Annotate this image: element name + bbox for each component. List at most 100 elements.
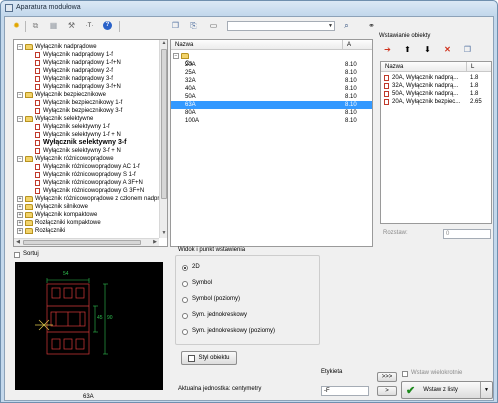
size-row[interactable]: 80A 8.10 <box>171 109 372 117</box>
insert-column-header-nazwa[interactable]: Nazwa <box>383 62 467 72</box>
column-header-a[interactable]: A <box>345 40 370 50</box>
insert-row[interactable]: 20A, Wyłącznik bezpiec... 2.65 <box>381 98 491 106</box>
tree-item[interactable]: Wyłącznik nadprądowy 2-f <box>14 67 158 75</box>
view-option-radio[interactable] <box>182 281 188 287</box>
tree-item[interactable]: Wyłącznik selektywny 3-f <box>14 139 158 147</box>
insert-arrow-right-icon[interactable]: ➔ <box>381 43 394 56</box>
rozstaw-input[interactable]: 0 <box>443 229 491 239</box>
search-icon[interactable]: ⌕ <box>340 19 353 32</box>
tree-folder-node[interactable]: − Wyłącznik nadprądowe <box>14 43 158 51</box>
tree-item-label: Wyłącznik selektywny 1-f <box>43 124 110 130</box>
insert-multiple-label: Wstaw wielokrotnie <box>411 370 463 376</box>
scroll-left-icon[interactable]: ◀ <box>14 239 22 246</box>
sun-icon[interactable]: ✹ <box>10 19 23 32</box>
insert-column-header-l[interactable]: L <box>469 62 489 72</box>
tree-item[interactable]: Wyłącznik nadprądowy 1-f+N <box>14 59 158 67</box>
filter-combo[interactable]: ▼ <box>227 21 335 31</box>
move-up-icon[interactable]: ⬆ <box>401 43 414 56</box>
chevron-down-icon[interactable]: ▼ <box>328 22 333 30</box>
tree-item[interactable]: Wyłącznik nadprądowy 3-f <box>14 75 158 83</box>
view-option-radio[interactable] <box>182 297 188 303</box>
scroll-down-icon[interactable]: ▼ <box>160 230 168 237</box>
collapse-icon[interactable]: − <box>17 116 23 122</box>
insert-row[interactable]: 32A, Wyłącznik nadprą... 1.8 <box>381 82 491 90</box>
dropdown-left-icon[interactable]: ▭ <box>207 19 220 32</box>
collapse-icon[interactable]: − <box>17 44 23 50</box>
collapse-icon[interactable]: − <box>173 53 179 59</box>
tree-item[interactable]: Wyłącznik różnicowoprądowy G 3F+N <box>14 187 158 195</box>
delete-icon[interactable]: ✕ <box>441 43 454 56</box>
insert-from-list-button[interactable]: ✔ Wstaw z listy ▼ <box>401 381 493 399</box>
expand-icon[interactable]: + <box>17 228 23 234</box>
sort-checkbox[interactable] <box>14 252 20 258</box>
tree-item[interactable]: Wyłącznik różnicowoprądowy S 1-f <box>14 171 158 179</box>
size-row[interactable]: 25A 8.10 <box>171 69 372 77</box>
more-button[interactable]: >>> <box>377 372 397 382</box>
size-row[interactable]: 100A 8.10 <box>171 117 372 125</box>
scroll-up-icon[interactable]: ▲ <box>160 40 168 47</box>
tree-folder-node[interactable]: + Rozłączniki <box>14 227 158 235</box>
tree-item[interactable]: Wyłącznik selektywny 3-f + N <box>14 147 158 155</box>
column-header-nazwa[interactable]: Nazwa <box>173 40 343 50</box>
tools-icon[interactable]: ⚒ <box>65 19 78 32</box>
device-icon <box>35 60 40 66</box>
tree-scrollbar-vertical[interactable]: ▲ ▼ <box>159 40 167 238</box>
tree-scroll-thumb[interactable] <box>161 49 167 199</box>
tree-folder-node[interactable]: − Wyłącznik bezpiecznikowe <box>14 91 158 99</box>
next-button[interactable]: > <box>377 386 397 396</box>
insert-row[interactable]: 20A, Wyłącznik nadprą... 1.8 <box>381 74 491 82</box>
expand-icon[interactable]: + <box>17 196 23 202</box>
list-group-row[interactable]: − Cs <box>171 52 372 67</box>
paste-icon[interactable]: ⎘ <box>187 19 200 32</box>
copy-icon[interactable]: ❐ <box>169 19 182 32</box>
insert-multiple-checkbox[interactable] <box>402 371 408 377</box>
size-row[interactable]: 20A 8.10 <box>171 61 372 69</box>
size-row[interactable]: 32A 8.10 <box>171 77 372 85</box>
collapse-icon[interactable]: − <box>17 92 23 98</box>
move-down-icon[interactable]: ⬇ <box>421 43 434 56</box>
expand-icon[interactable]: + <box>17 204 23 210</box>
help-icon[interactable]: ? <box>101 19 114 32</box>
text-icon[interactable]: ·T· <box>83 19 96 32</box>
expand-icon[interactable]: + <box>17 212 23 218</box>
view-option-radio[interactable] <box>182 329 188 335</box>
tree-scrollbar-horizontal[interactable]: ◀ ▶ <box>14 238 159 246</box>
tree-item[interactable]: Wyłącznik nadprądowy 1-f <box>14 51 158 59</box>
tree-folder-node[interactable]: + Wyłącznik silnikowe <box>14 203 158 211</box>
tree-item[interactable]: Wyłącznik różnicowoprądowy AC 1-f <box>14 163 158 171</box>
collapse-icon[interactable]: − <box>17 156 23 162</box>
tree-folder-node[interactable]: + Rozłączniki kompaktowe <box>14 219 158 227</box>
tree-item[interactable]: Wyłącznik bezpiecznikowy 1-f <box>14 99 158 107</box>
view-option-radio[interactable] <box>182 265 188 271</box>
view-option-radio[interactable] <box>182 313 188 319</box>
size-name: 50A <box>185 94 196 100</box>
size-row[interactable]: 40A 8.10 <box>171 85 372 93</box>
copy-icon[interactable]: ❐ <box>461 43 474 56</box>
export-icon[interactable]: ⧉ <box>29 19 42 32</box>
tree-item[interactable]: Wyłącznik selektywny 1-f + N <box>14 131 158 139</box>
chevron-down-icon[interactable]: ▼ <box>480 382 492 398</box>
insert-from-list-label: Wstaw z listy <box>423 387 458 393</box>
tree-item[interactable]: Wyłącznik bezpiecznikowy 3-f <box>14 107 158 115</box>
tree-folder-node[interactable]: − Wyłącznik różnicowoprądowe <box>14 155 158 163</box>
object-style-button[interactable]: Styl obiektu <box>181 351 237 365</box>
tree-item[interactable]: Wyłącznik nadprądowy 3-f+N <box>14 83 158 91</box>
binoculars-icon[interactable]: ⚭ <box>365 19 378 32</box>
checkmark-icon: ✔ <box>406 384 416 397</box>
tree-hscroll-thumb[interactable] <box>23 240 141 245</box>
tree-item[interactable]: Wyłącznik selektywny 1-f <box>14 123 158 131</box>
size-a-value: 8.10 <box>345 62 357 68</box>
tree-folder-node[interactable]: + Wyłącznik kompaktowe <box>14 211 158 219</box>
grid-icon[interactable]: ▦ <box>47 19 60 32</box>
insert-row[interactable]: 50A, Wyłącznik nadprą... 1.8 <box>381 90 491 98</box>
scroll-right-icon[interactable]: ▶ <box>151 239 159 246</box>
tree-item[interactable]: Wyłącznik różnicowoprądowy A 3F+N <box>14 179 158 187</box>
view-option-label: Sym. jednokreskowy (poziomy) <box>192 328 276 334</box>
size-row[interactable]: 63A 8.10 <box>171 101 372 109</box>
tree-folder-node[interactable]: + Wyłącznik różnicowoprądowe z członem na… <box>14 195 166 203</box>
tree-folder-node[interactable]: − Wyłącznik selektywne <box>14 115 158 123</box>
size-row[interactable]: 50A 8.10 <box>171 93 372 101</box>
expand-icon[interactable]: + <box>17 220 23 226</box>
etykieta-input[interactable]: -F <box>321 386 369 396</box>
preview-caption: 63A <box>83 394 94 400</box>
